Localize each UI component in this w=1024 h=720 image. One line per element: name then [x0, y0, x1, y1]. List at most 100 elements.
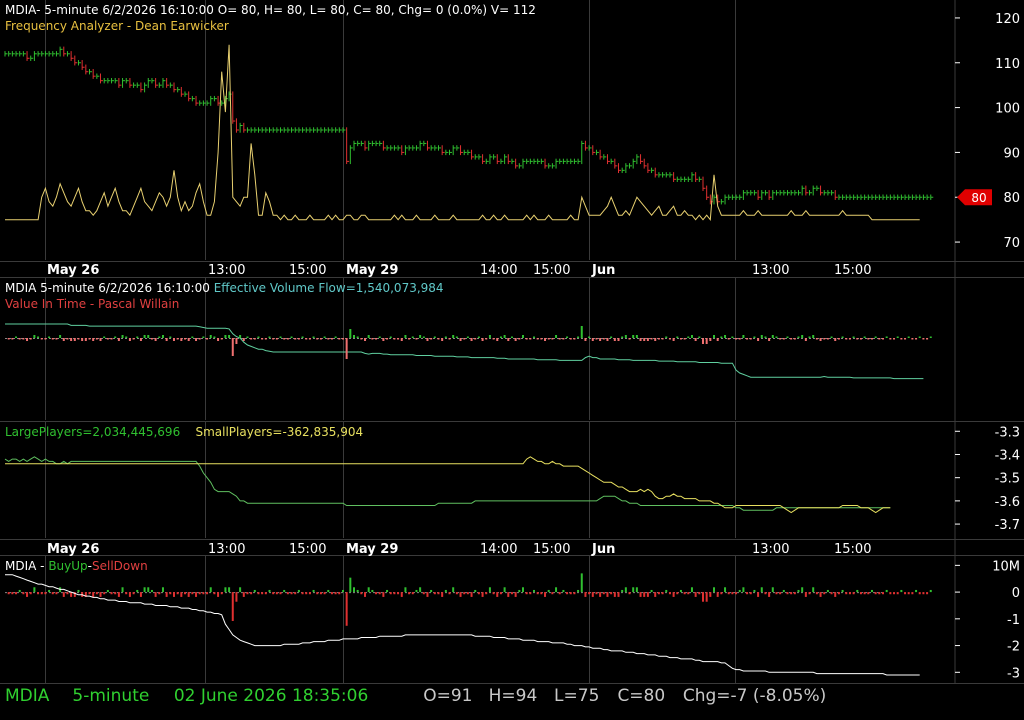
buyup-histogram-bar [44, 592, 47, 595]
evf-panel-header: MDIA 5-minute 6/2/2026 16:10:00 Effectiv… [5, 281, 444, 295]
buyup-histogram-bar [690, 587, 693, 593]
buyup-histogram-bar [441, 592, 444, 597]
buyup-histogram-bar [544, 592, 547, 597]
evf-histogram-bar [202, 336, 205, 338]
evf-histogram-bar [433, 336, 436, 338]
buyup-histogram-bar [272, 592, 275, 595]
evf-histogram-bar [599, 338, 602, 341]
evf-histogram-bar [566, 336, 569, 338]
evf-histogram-bar [195, 338, 198, 341]
buyup-histogram-bar [389, 592, 392, 595]
buyup-histogram-bar [176, 592, 179, 595]
evf-histogram-bar [617, 338, 620, 341]
evf-histogram-bar [62, 338, 65, 341]
large-players-label: LargePlayers=2,034,445,696 [5, 425, 181, 439]
evf-histogram-bar [749, 338, 752, 340]
evf-histogram-bar [488, 335, 491, 338]
buyup-histogram-bar [492, 592, 495, 595]
buyup-histogram-bar [150, 589, 153, 593]
evf-histogram-bar [452, 335, 455, 338]
buyup-histogram-bar [422, 592, 425, 595]
evf-histogram-bar [206, 338, 209, 340]
buyup-histogram-bar [125, 592, 128, 595]
evf-histogram-bar [169, 336, 172, 338]
evf-histogram-bar [709, 338, 712, 341]
evf-histogram-bar [588, 336, 591, 338]
players-panel-header: LargePlayers=2,034,445,696 SmallPlayers=… [5, 425, 363, 439]
evf-histogram-bar [455, 336, 458, 338]
buyup-histogram-bar [525, 592, 528, 595]
buyup-histogram-bar [823, 592, 826, 595]
evf-histogram-bar [117, 338, 120, 341]
evf-histogram-bar [639, 338, 642, 341]
buyup-histogram-bar [812, 587, 815, 593]
buyup-histogram-bar [341, 589, 344, 593]
evf-histogram-bar [610, 336, 613, 338]
evf-histogram-bar [665, 336, 668, 338]
buyup-cumulative-line [5, 574, 920, 676]
buyup-histogram-bar [224, 587, 227, 593]
buyup-histogram-bar [922, 592, 925, 595]
evf-histogram-bar [459, 338, 462, 341]
evf-histogram-bar [863, 336, 866, 338]
buyup-histogram-bar [99, 592, 102, 597]
buyup-histogram-bar [874, 592, 877, 595]
evf-histogram-bar [367, 335, 370, 338]
evf-histogram-bar [352, 335, 355, 338]
buyup-histogram-bar [606, 592, 609, 597]
buyup-histogram-bar [848, 592, 851, 595]
buyup-histogram-bar [430, 589, 433, 593]
buyup-histogram-bar [488, 587, 491, 593]
evf-histogram-bar [316, 338, 319, 340]
buyup-histogram-bar [172, 592, 175, 597]
evf-histogram-bar [231, 338, 234, 356]
buyup-histogram-bar [330, 592, 333, 595]
buyup-histogram-bar [15, 592, 18, 595]
evf-histogram-bar [514, 338, 517, 341]
buyup-histogram-bar [411, 592, 414, 595]
evf-histogram-bar [893, 338, 896, 340]
evf-histogram-bar [926, 338, 929, 340]
buyup-histogram-bar [128, 592, 131, 597]
evf-histogram-bar [499, 336, 502, 338]
evf-histogram-bar [176, 338, 179, 340]
evf-histogram-bar [426, 338, 429, 341]
evf-histogram-bar [775, 336, 778, 338]
buyup-histogram-bar [393, 592, 396, 595]
buyup-histogram-bar [907, 592, 910, 595]
buyup-histogram-bar [837, 592, 840, 595]
buyup-histogram-bar [209, 587, 212, 593]
evf-histogram-bar [161, 335, 164, 338]
evf-histogram-bar [826, 338, 829, 340]
buyup-histogram-bar [474, 589, 477, 593]
buyup-histogram-bar [415, 589, 418, 593]
buyup-histogram-bar [231, 592, 234, 621]
status-bar: MDIA 5-minute 02 June 2026 18:35:06 O=91… [5, 684, 1015, 708]
evf-histogram-bar [746, 338, 749, 340]
buyup-histogram-bar [569, 592, 572, 595]
evf-histogram-bar [790, 338, 793, 340]
evf-histogram-bar [187, 338, 190, 341]
buyup-histogram-bar [753, 589, 756, 593]
evf-histogram-bar [690, 335, 693, 338]
evf-histogram-bar [217, 338, 220, 341]
evf-histogram-bar [209, 335, 212, 338]
x-axis-tick-label: 13:00 [208, 542, 245, 557]
buyup-histogram-bar [536, 592, 539, 595]
evf-histogram-bar [771, 335, 774, 338]
evf-histogram-bar [147, 335, 150, 338]
buyup-histogram-bar [529, 592, 532, 595]
players-axis-label: -3.7 [995, 518, 1020, 533]
buyup-histogram-bar [801, 587, 804, 593]
evf-histogram-bar [275, 338, 278, 340]
buyup-axis-label: 0 [1012, 586, 1020, 601]
evf-histogram-bar [305, 338, 308, 340]
evf-histogram-bar [470, 338, 473, 341]
evf-histogram-bar [404, 335, 407, 338]
buyup-histogram-bar [599, 592, 602, 597]
evf-histogram-bar [885, 336, 888, 338]
evf-histogram-bar [294, 338, 297, 340]
buyup-histogram-bar [797, 589, 800, 593]
buyup-histogram-bar [889, 592, 892, 595]
evf-histogram-bar [264, 338, 267, 340]
